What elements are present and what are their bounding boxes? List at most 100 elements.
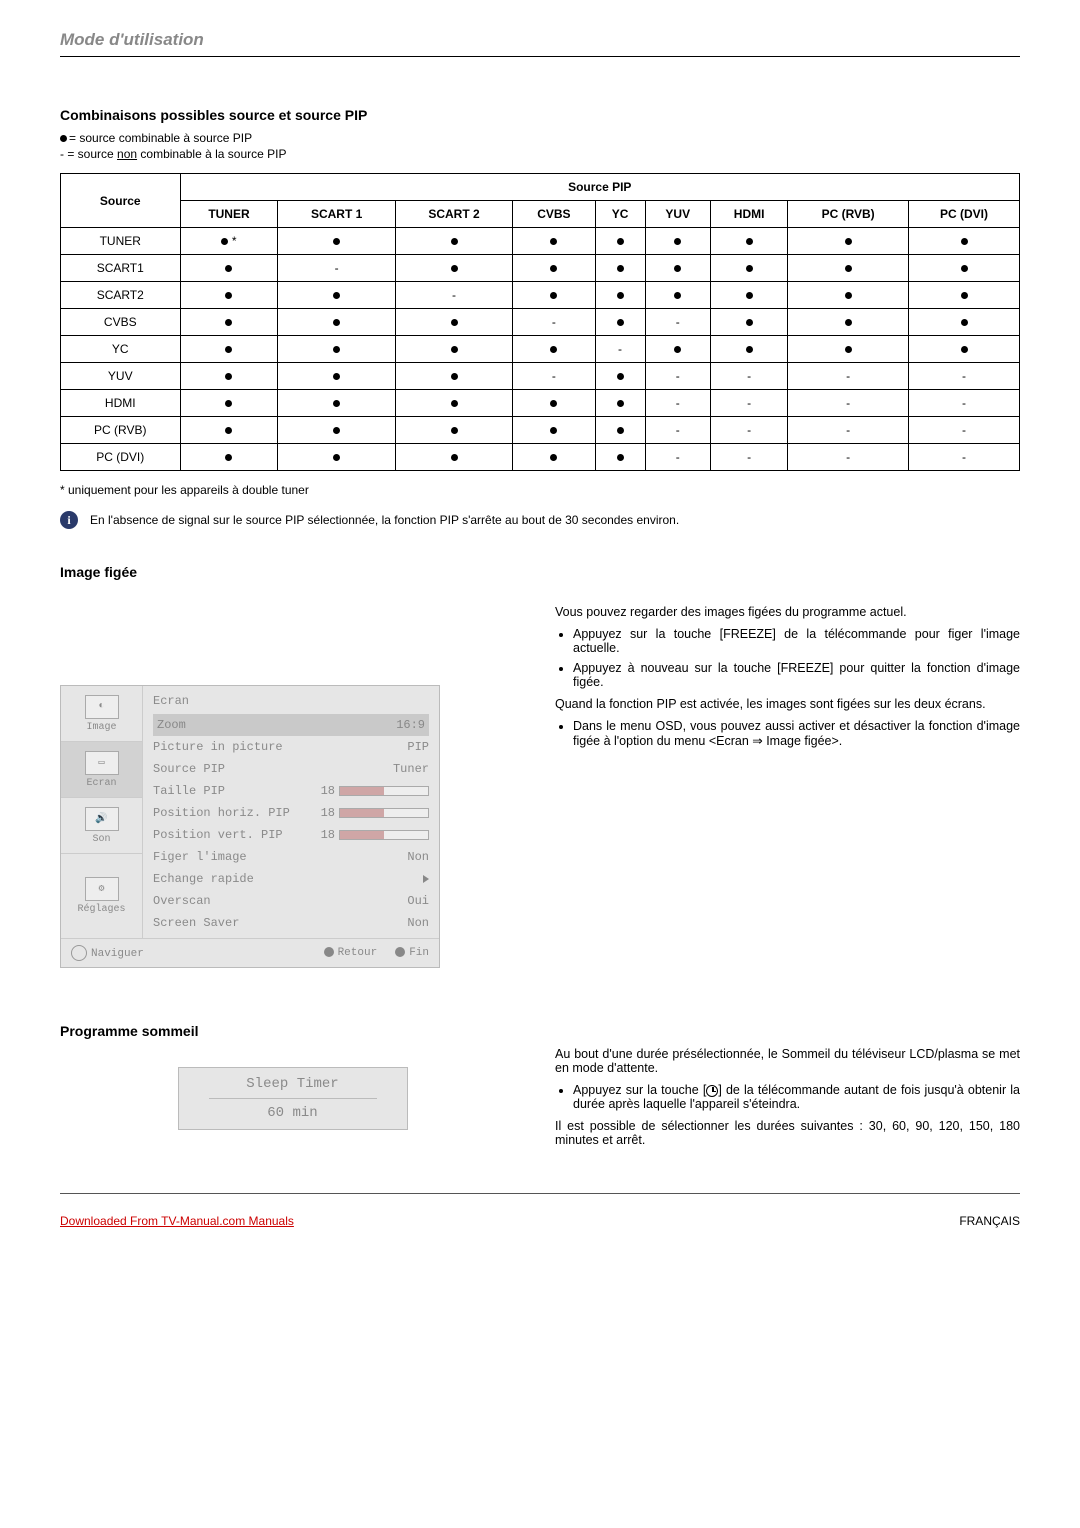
matrix-cell: - — [788, 363, 909, 390]
matrix-cell: - — [909, 444, 1020, 471]
pip-value: PIP — [407, 740, 429, 754]
matrix-cell: - — [711, 444, 788, 471]
page-header-title: Mode d'utilisation — [60, 30, 1020, 57]
osd-row-taille-pip: Taille PIP 18 — [153, 780, 429, 802]
osd-tabs: ◐ Image ▭ Ecran 🔊 Son ⚙ — [61, 686, 143, 938]
matrix-cell — [180, 444, 278, 471]
matrix-cell: - — [645, 417, 711, 444]
osd-row-figer: Figer l'image Non — [153, 846, 429, 868]
matrix-cell: - — [909, 390, 1020, 417]
matrix-cell — [645, 255, 711, 282]
matrix-cell — [278, 363, 395, 390]
matrix-cell: - — [711, 363, 788, 390]
matrix-cell — [788, 228, 909, 255]
col-header: HDMI — [711, 201, 788, 228]
matrix-cell — [909, 282, 1020, 309]
sommeil-li: Appuyez sur la touche [] de la télécomma… — [573, 1083, 1020, 1111]
col-header: PC (RVB) — [788, 201, 909, 228]
matrix-cell: - — [909, 417, 1020, 444]
matrix-cell — [595, 228, 645, 255]
matrix-cell — [395, 228, 512, 255]
row-label: PC (RVB) — [61, 417, 181, 444]
matrix-cell — [595, 255, 645, 282]
group-header: Source PIP — [180, 174, 1019, 201]
figee-p1: Vous pouvez regarder des images figées d… — [555, 605, 1020, 619]
row-label: SCART2 — [61, 282, 181, 309]
matrix-cell: - — [645, 390, 711, 417]
matrix-cell — [180, 282, 278, 309]
table-row: TUNER — [61, 228, 1020, 255]
row-label: PC (DVI) — [61, 444, 181, 471]
image-tab-icon: ◐ — [85, 695, 119, 719]
footer-language: FRANÇAIS — [959, 1214, 1020, 1228]
col-header: CVBS — [513, 201, 595, 228]
col-header: SCART 2 — [395, 201, 512, 228]
matrix-cell — [595, 417, 645, 444]
row-label: SCART1 — [61, 255, 181, 282]
taille-num: 18 — [313, 784, 335, 798]
taille-slider — [339, 786, 429, 796]
row-header-label: Source — [61, 174, 181, 228]
zoom-label: Zoom — [157, 718, 186, 732]
sommeil-p1: Au bout d'une durée présélectionnée, le … — [555, 1047, 1020, 1075]
matrix-cell: - — [788, 417, 909, 444]
osd-tab-reglages: ⚙ Réglages — [61, 854, 142, 938]
tab-image-label: Image — [86, 722, 116, 733]
row-label: YC — [61, 336, 181, 363]
matrix-cell — [711, 255, 788, 282]
matrix-cell — [595, 444, 645, 471]
row-label: CVBS — [61, 309, 181, 336]
osd-tab-son: 🔊 Son — [61, 798, 142, 854]
matrix-cell — [395, 363, 512, 390]
col-header: PC (DVI) — [909, 201, 1020, 228]
compatibility-table: Source Source PIP TUNERSCART 1SCART 2CVB… — [60, 173, 1020, 471]
legend1-text: = source combinable à source PIP — [69, 131, 252, 145]
matrix-cell — [595, 282, 645, 309]
matrix-cell — [909, 228, 1020, 255]
matrix-cell — [788, 336, 909, 363]
matrix-cell — [595, 390, 645, 417]
matrix-cell — [645, 282, 711, 309]
info-icon: i — [60, 511, 78, 529]
page-footer: Downloaded From TV-Manual.com Manuals FR… — [60, 1193, 1020, 1228]
footer-back: Retour — [338, 947, 378, 959]
matrix-cell — [711, 309, 788, 336]
matrix-cell — [180, 309, 278, 336]
matrix-cell — [513, 417, 595, 444]
osd-row-pip: Picture in picture PIP — [153, 736, 429, 758]
overscan-value: Oui — [407, 894, 429, 908]
matrix-cell: - — [645, 363, 711, 390]
matrix-cell — [180, 336, 278, 363]
combinaisons-heading: Combinaisons possibles source et source … — [60, 107, 1020, 123]
footer-download-link[interactable]: Downloaded From TV-Manual.com Manuals — [60, 1214, 294, 1228]
section-image-figee: Image figée ◐ Image ▭ Ecran — [60, 564, 1020, 968]
matrix-cell — [278, 417, 395, 444]
osd-row-echange: Echange rapide — [153, 868, 429, 890]
matrix-cell — [278, 444, 395, 471]
osd-tab-ecran: ▭ Ecran — [61, 742, 142, 798]
matrix-cell — [395, 417, 512, 444]
figee-li3: Dans le menu OSD, vous pouvez aussi acti… — [573, 719, 1020, 748]
ecran-tab-icon: ▭ — [85, 751, 119, 775]
table-row: HDMI---- — [61, 390, 1020, 417]
col-header: SCART 1 — [278, 201, 395, 228]
matrix-cell — [278, 309, 395, 336]
info-note-row: i En l'absence de signal sur le source P… — [60, 511, 1020, 529]
legend-non-combinable: - = source non combinable à la source PI… — [60, 147, 1020, 161]
osd-row-source-pip: Source PIP Tuner — [153, 758, 429, 780]
taille-label: Taille PIP — [153, 784, 225, 798]
vpos-slider — [339, 830, 429, 840]
osd-row-vpos-pip: Position vert. PIP 18 — [153, 824, 429, 846]
matrix-cell: - — [788, 444, 909, 471]
matrix-cell — [278, 390, 395, 417]
footer-link-wrap: Downloaded From TV-Manual.com Manuals — [60, 1214, 294, 1228]
matrix-cell — [788, 282, 909, 309]
matrix-cell — [395, 336, 512, 363]
osd-row-overscan: Overscan Oui — [153, 890, 429, 912]
matrix-cell — [513, 255, 595, 282]
overscan-label: Overscan — [153, 894, 211, 908]
matrix-cell — [513, 336, 595, 363]
triangle-right-icon — [423, 875, 429, 883]
retour-icon — [324, 947, 334, 957]
matrix-cell — [711, 282, 788, 309]
